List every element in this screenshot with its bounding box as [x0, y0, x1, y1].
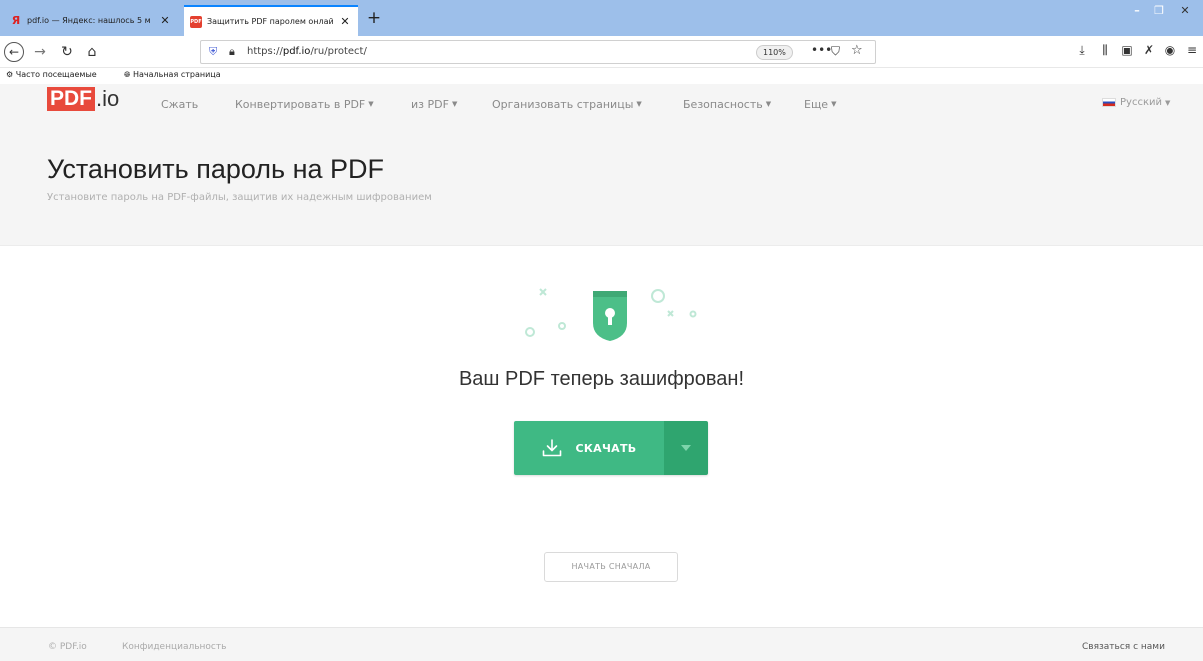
result-message: Ваш PDF теперь зашифрован!	[458, 368, 745, 390]
reload-button[interactable]: ↻	[57, 42, 77, 62]
caret-down-icon: ▼	[368, 100, 374, 108]
gear-icon: ⚙	[6, 70, 14, 79]
bookmark-label: Часто посещаемые	[15, 70, 97, 79]
home-button[interactable]: ⌂	[82, 42, 102, 62]
nav-label: Еще	[804, 98, 829, 111]
url-text[interactable]: https://pdf.io/ru/protect/	[247, 46, 367, 57]
logo-suffix: .io	[96, 86, 120, 111]
caret-down-icon: ▼	[831, 100, 837, 108]
result-panel: Ваш PDF теперь зашифрован! СКАЧАТЬ НАЧАТ…	[0, 247, 1203, 627]
page-actions-icon[interactable]: •••	[811, 43, 832, 57]
download-button[interactable]: СКАЧАТЬ	[514, 421, 664, 475]
url-host: pdf.io	[282, 46, 311, 57]
bookmark-most-visited[interactable]: ⚙ Часто посещаемые	[6, 70, 97, 79]
page-title: Установить пароль на PDF	[47, 154, 385, 184]
globe-icon: 🌐︎	[124, 70, 131, 79]
window-minimize-button[interactable]: –	[1128, 4, 1146, 18]
download-options-dropdown[interactable]	[664, 421, 708, 475]
sidebar-icon[interactable]: ▣	[1119, 43, 1135, 57]
download-split-button: СКАЧАТЬ	[514, 421, 708, 475]
nav-label: Сжать	[161, 98, 199, 111]
back-button[interactable]: ←	[4, 42, 24, 62]
tracking-shield-icon[interactable]: ⛨	[209, 45, 217, 59]
url-path: /ru/protect/	[310, 46, 367, 57]
window-maximize-button[interactable]: ❐	[1150, 4, 1168, 18]
encrypted-shield-icon	[525, 288, 697, 341]
caret-down-icon: ▼	[1164, 98, 1171, 107]
new-tab-button[interactable]: +	[364, 8, 384, 28]
tab-close-icon[interactable]: ✕	[338, 15, 352, 28]
nav-label: Организовать страницы	[492, 98, 634, 111]
caret-down-icon: ▼	[636, 100, 642, 108]
site-footer: © PDF.io Конфиденциальность Связаться с …	[0, 627, 1203, 661]
start-over-button[interactable]: НАЧАТЬ СНАЧАЛА	[544, 552, 678, 582]
browser-tab-bar: Я pdf.io — Яндекс: нашлось 5 м ✕ PDF Защ…	[0, 0, 1203, 36]
library-icon[interactable]: ⫼	[1097, 43, 1113, 58]
bookmark-star-icon[interactable]: ☆	[851, 43, 863, 58]
pocket-icon[interactable]: ⛉	[831, 44, 840, 59]
browser-tab-pdfio[interactable]: PDF Защитить PDF паролем онлай ✕	[184, 5, 358, 36]
browser-tab-yandex[interactable]: Я pdf.io — Яндекс: нашлось 5 м ✕	[4, 5, 178, 36]
lock-icon[interactable]: 🔒︎	[229, 45, 235, 59]
tab-title: pdf.io — Яндекс: нашлось 5 м	[27, 16, 151, 25]
language-selector[interactable]: Русский ▼	[1102, 97, 1170, 108]
nav-label: из PDF	[411, 98, 449, 111]
language-label: Русский	[1120, 97, 1162, 108]
url-prefix: https://	[247, 46, 283, 57]
address-bar[interactable]: ⛨ 🔒︎ https://pdf.io/ru/protect/ 110% •••…	[200, 40, 876, 64]
bookmarks-toolbar: ⚙ Часто посещаемые 🌐︎ Начальная страница	[0, 68, 1203, 84]
tab-close-icon[interactable]: ✕	[158, 14, 172, 27]
bookmark-label: Начальная страница	[132, 70, 221, 79]
nav-item-security[interactable]: Безопасность ▼	[683, 98, 771, 111]
nav-label: Конвертировать в PDF	[235, 98, 366, 111]
downloads-icon[interactable]: ⤓	[1074, 43, 1090, 58]
yandex-favicon-icon: Я	[11, 14, 21, 27]
forward-button[interactable]: →	[30, 42, 50, 62]
nav-item-from-pdf[interactable]: из PDF ▼	[411, 98, 457, 111]
download-icon	[542, 439, 561, 457]
zoom-level-badge[interactable]: 110%	[756, 45, 793, 60]
pdf-favicon-icon: PDF	[190, 15, 202, 28]
browser-toolbar: ← → ↻ ⌂ ⛨ 🔒︎ https://pdf.io/ru/protect/ …	[0, 36, 1203, 68]
chevron-down-icon	[681, 445, 691, 451]
nav-item-organize-pages[interactable]: Организовать страницы ▼	[492, 98, 642, 111]
logo-mark: PDF	[47, 87, 95, 111]
nav-item-compress[interactable]: Сжать	[161, 98, 198, 111]
page-hero: Установить пароль на PDF Установите паро…	[0, 124, 1203, 246]
footer-copyright: © PDF.io	[48, 642, 87, 652]
window-close-button[interactable]: ✕	[1171, 4, 1199, 18]
menu-icon[interactable]: ≡	[1184, 43, 1200, 57]
caret-down-icon: ▼	[451, 100, 458, 108]
tab-title: Защитить PDF паролем онлай	[207, 17, 334, 26]
russia-flag-icon	[1102, 98, 1116, 107]
page-subtitle: Установите пароль на PDF-файлы, защитив …	[47, 192, 432, 203]
download-label: СКАЧАТЬ	[575, 441, 637, 455]
pdfio-logo[interactable]: PDF .io	[47, 86, 120, 111]
nav-label: Безопасность	[683, 98, 763, 111]
account-icon[interactable]: ◉	[1162, 43, 1178, 57]
nav-item-convert-to-pdf[interactable]: Конвертировать в PDF ▼	[235, 98, 374, 111]
nav-item-more[interactable]: Еще ▼	[804, 98, 836, 111]
bookmark-start-page[interactable]: 🌐︎ Начальная страница	[124, 70, 221, 80]
footer-privacy-link[interactable]: Конфиденциальность	[122, 642, 226, 652]
extension-x-icon[interactable]: ✗	[1141, 43, 1157, 57]
site-header: PDF .io Сжать Конвертировать в PDF ▼ из P…	[0, 84, 1203, 124]
footer-contact-link[interactable]: Связаться с нами	[1082, 642, 1165, 652]
caret-down-icon: ▼	[765, 100, 772, 108]
